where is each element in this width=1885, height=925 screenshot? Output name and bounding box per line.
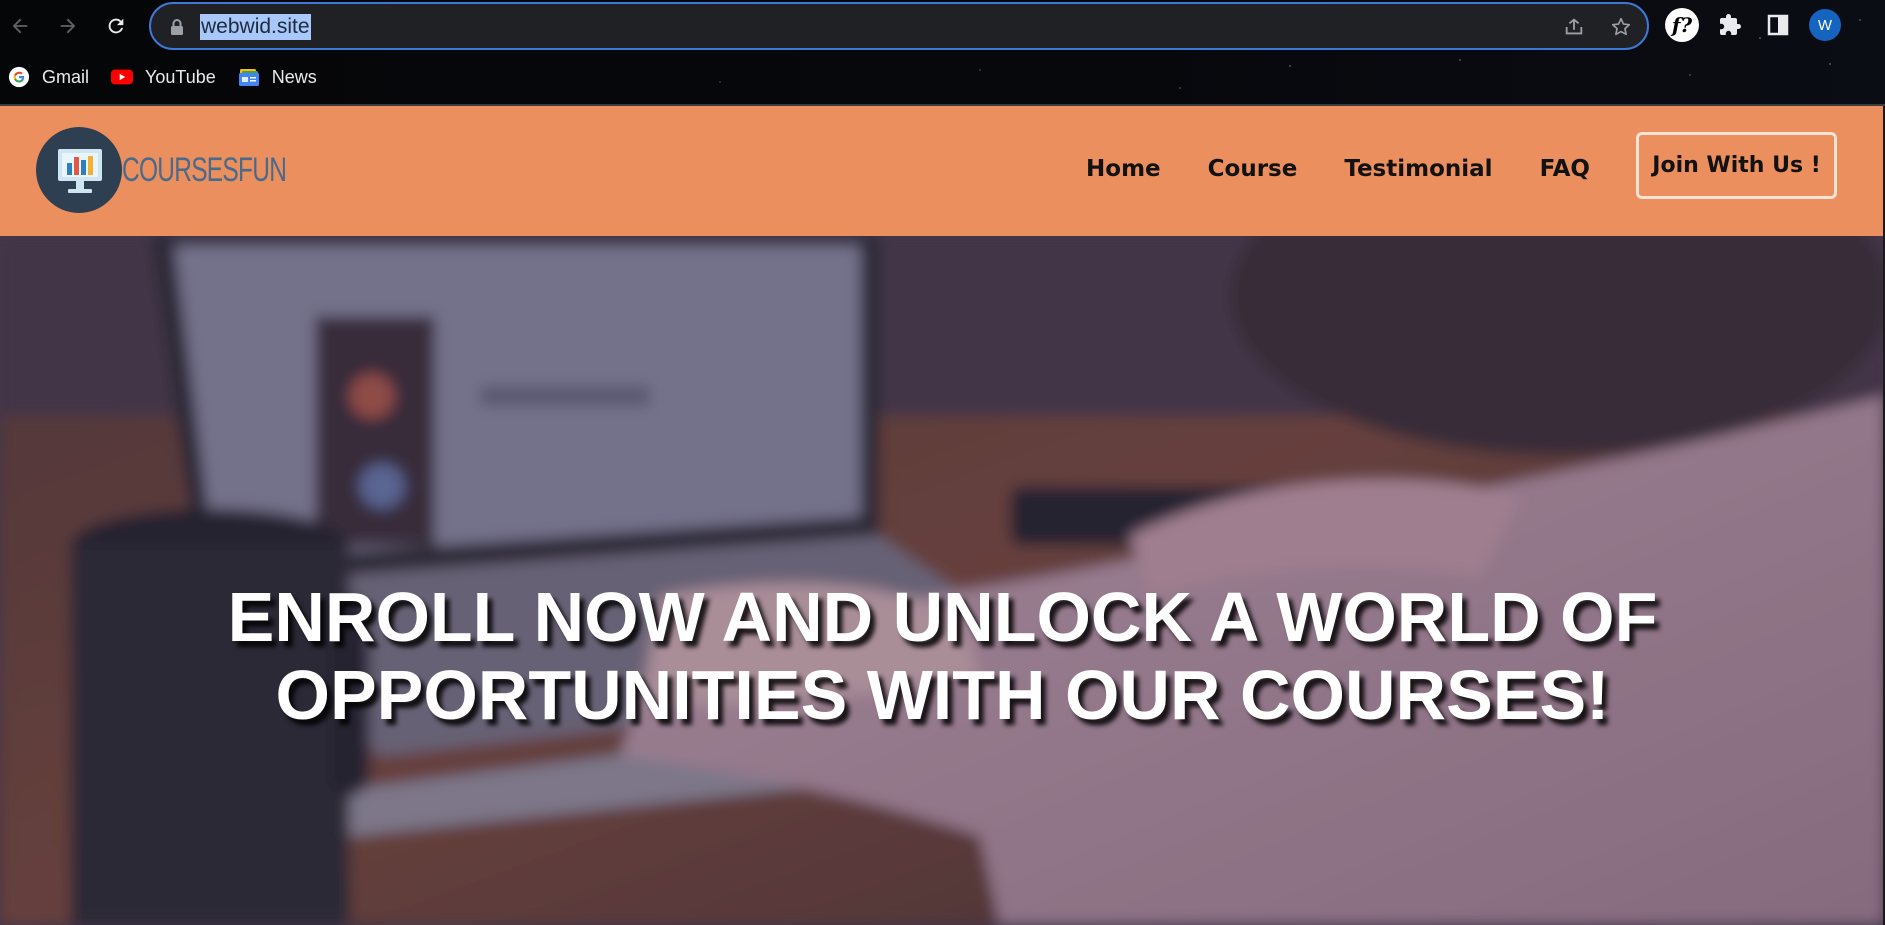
forward-button[interactable] xyxy=(54,12,82,40)
reload-icon xyxy=(108,18,124,34)
logo-text: COURSESFUN xyxy=(122,150,287,189)
hero-section: ENROLL NOW AND UNLOCK A WORLD OF OPPORTU… xyxy=(0,236,1885,925)
address-bar[interactable]: webwid.site xyxy=(149,2,1649,50)
extensions-button[interactable] xyxy=(1713,8,1747,42)
lock-icon xyxy=(171,19,183,35)
nav-testimonial[interactable]: Testimonial xyxy=(1344,156,1492,182)
star-icon xyxy=(1611,17,1631,36)
back-arrow-icon xyxy=(12,18,28,34)
site-logo[interactable]: COURSESFUN xyxy=(36,124,287,216)
bookmark-label: Gmail xyxy=(42,66,90,87)
nav-faq[interactable]: FAQ xyxy=(1540,156,1590,182)
share-icon xyxy=(1565,18,1583,35)
hero-headline-line1: ENROLL NOW AND UNLOCK A WORLD OF xyxy=(227,578,1658,656)
bookmarks-bar: Gmail YouTube News xyxy=(0,62,331,92)
news-icon xyxy=(238,66,260,88)
bookmark-youtube[interactable]: YouTube xyxy=(111,66,216,88)
nav-course[interactable]: Course xyxy=(1208,156,1298,182)
extension-f-icon: f? xyxy=(1665,8,1699,42)
side-panel-button[interactable] xyxy=(1761,8,1795,42)
url-text[interactable]: webwid.site xyxy=(200,14,311,40)
reload-button[interactable] xyxy=(102,12,130,40)
side-panel-icon xyxy=(1767,14,1789,36)
back-button[interactable] xyxy=(6,12,34,40)
join-button[interactable]: Join With Us ! xyxy=(1636,132,1837,199)
bookmark-label: News xyxy=(271,66,317,87)
hero-headline-line2: OPPORTUNITIES WITH OUR COURSES! xyxy=(275,656,1610,734)
google-icon xyxy=(8,66,30,88)
profile-button[interactable]: W xyxy=(1808,8,1842,42)
nav-home[interactable]: Home xyxy=(1086,156,1161,182)
avatar: W xyxy=(1809,9,1841,41)
hero-headline: ENROLL NOW AND UNLOCK A WORLD OF OPPORTU… xyxy=(0,578,1885,734)
logo-monitor-icon xyxy=(36,127,122,213)
bookmark-label: YouTube xyxy=(145,66,216,87)
main-nav: Home Course Testimonial FAQ xyxy=(1039,156,1590,182)
browser-toolbar: webwid.site f? W Gmail YouTube News xyxy=(0,0,1885,106)
extension-f-button[interactable]: f? xyxy=(1665,8,1699,42)
youtube-icon xyxy=(111,66,134,88)
puzzle-icon xyxy=(1720,14,1741,35)
share-button[interactable] xyxy=(1563,16,1585,38)
bookmark-gmail[interactable]: Gmail xyxy=(8,66,89,88)
forward-arrow-icon xyxy=(60,18,76,34)
bookmark-star-button[interactable] xyxy=(1610,16,1632,38)
site-header: COURSESFUN Home Course Testimonial FAQ J… xyxy=(0,106,1885,236)
bookmark-news[interactable]: News xyxy=(238,66,317,88)
